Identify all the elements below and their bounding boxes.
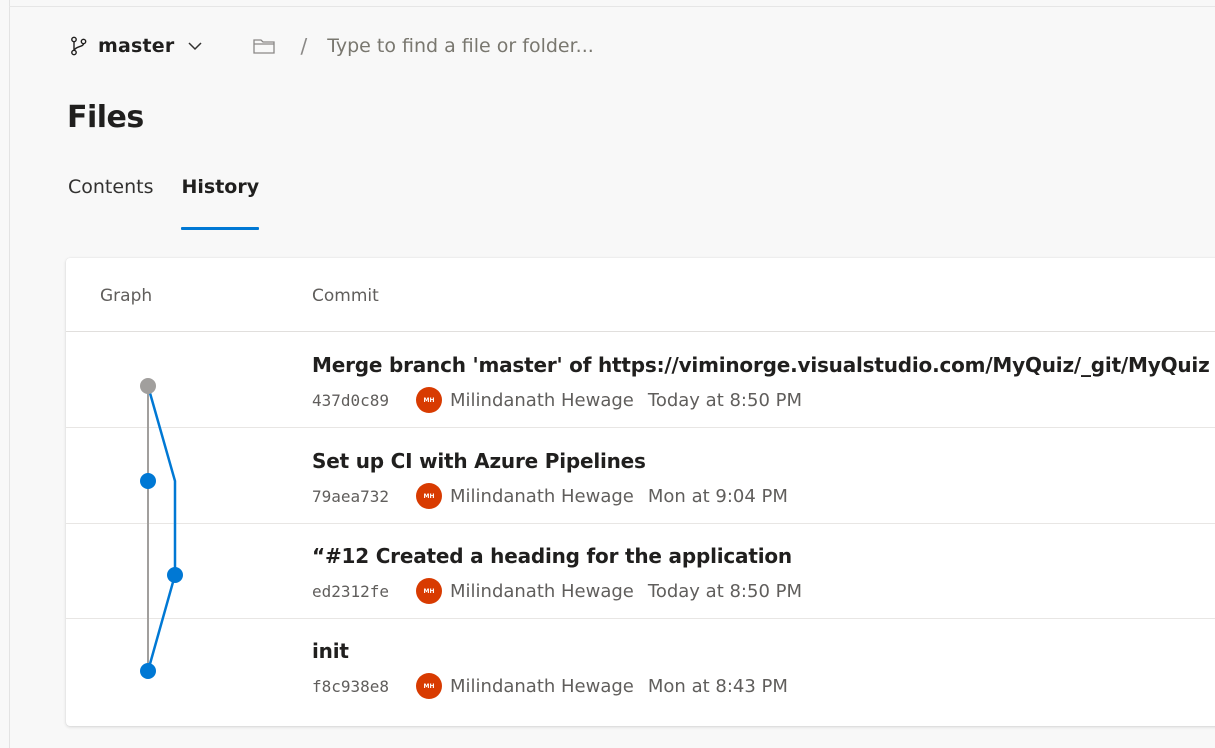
page-title: Files: [67, 100, 144, 135]
history-table: Graph Commit Merge branch 'master' of ht…: [66, 258, 1215, 726]
commit-author: Milindanath Hewage: [450, 485, 634, 507]
graph-node: [140, 663, 156, 679]
graph-node: [140, 473, 156, 489]
commit-meta: 437d0c89 MH Milindanath Hewage Today at …: [312, 387, 802, 413]
commit-meta: f8c938e8 MH Milindanath Hewage Mon at 8:…: [312, 673, 788, 699]
table-row[interactable]: init f8c938e8 MH Milindanath Hewage Mon …: [66, 619, 1215, 714]
graph-merge-node: [140, 378, 156, 394]
avatar: MH: [416, 673, 442, 699]
graph-column-header: Graph: [100, 286, 153, 306]
table-header: Graph Commit: [66, 258, 1215, 332]
avatar: MH: [416, 483, 442, 509]
commit-title[interactable]: “#12 Created a heading for the applicati…: [312, 544, 792, 568]
top-divider: [9, 6, 1215, 7]
graph-branch-line: [146, 385, 177, 672]
commit-author: Milindanath Hewage: [450, 389, 634, 411]
toolbar: master /: [68, 30, 748, 62]
path-separator: /: [300, 34, 308, 58]
avatar: MH: [416, 387, 442, 413]
commit-time: Mon at 8:43 PM: [647, 675, 788, 697]
commit-column-header: Commit: [312, 286, 379, 306]
tab-history[interactable]: History: [181, 176, 259, 230]
tab-contents[interactable]: Contents: [68, 176, 153, 230]
commit-hash[interactable]: f8c938e8: [312, 677, 416, 696]
branch-icon: [68, 35, 90, 57]
commit-title[interactable]: Set up CI with Azure Pipelines: [312, 449, 646, 473]
table-row[interactable]: Merge branch 'master' of https://viminor…: [66, 333, 1215, 428]
folder-icon[interactable]: [252, 36, 276, 56]
file-search-input[interactable]: [327, 35, 748, 57]
commit-author: Milindanath Hewage: [450, 675, 634, 697]
left-divider: [9, 0, 10, 748]
commit-meta: ed2312fe MH Milindanath Hewage Today at …: [312, 578, 802, 604]
commit-title[interactable]: init: [312, 639, 349, 663]
commit-hash[interactable]: 79aea732: [312, 487, 416, 506]
avatar: MH: [416, 578, 442, 604]
commit-time: Today at 8:50 PM: [647, 389, 803, 411]
table-row[interactable]: Set up CI with Azure Pipelines 79aea732 …: [66, 429, 1215, 524]
chevron-down-icon[interactable]: [186, 37, 204, 55]
commit-hash[interactable]: 437d0c89: [312, 391, 416, 410]
branch-name: master: [98, 35, 175, 57]
commit-time: Today at 8:50 PM: [647, 580, 803, 602]
commit-title[interactable]: Merge branch 'master' of https://viminor…: [312, 353, 1210, 377]
commit-graph: [140, 378, 183, 679]
table-row[interactable]: “#12 Created a heading for the applicati…: [66, 524, 1215, 619]
commit-meta: 79aea732 MH Milindanath Hewage Mon at 9:…: [312, 483, 788, 509]
tab-bar: Contents History: [68, 176, 287, 232]
commit-time: Mon at 9:04 PM: [647, 485, 788, 507]
graph-node: [167, 567, 183, 583]
commit-author: Milindanath Hewage: [450, 580, 634, 602]
commit-hash[interactable]: ed2312fe: [312, 582, 416, 601]
branch-selector[interactable]: master: [68, 35, 204, 57]
